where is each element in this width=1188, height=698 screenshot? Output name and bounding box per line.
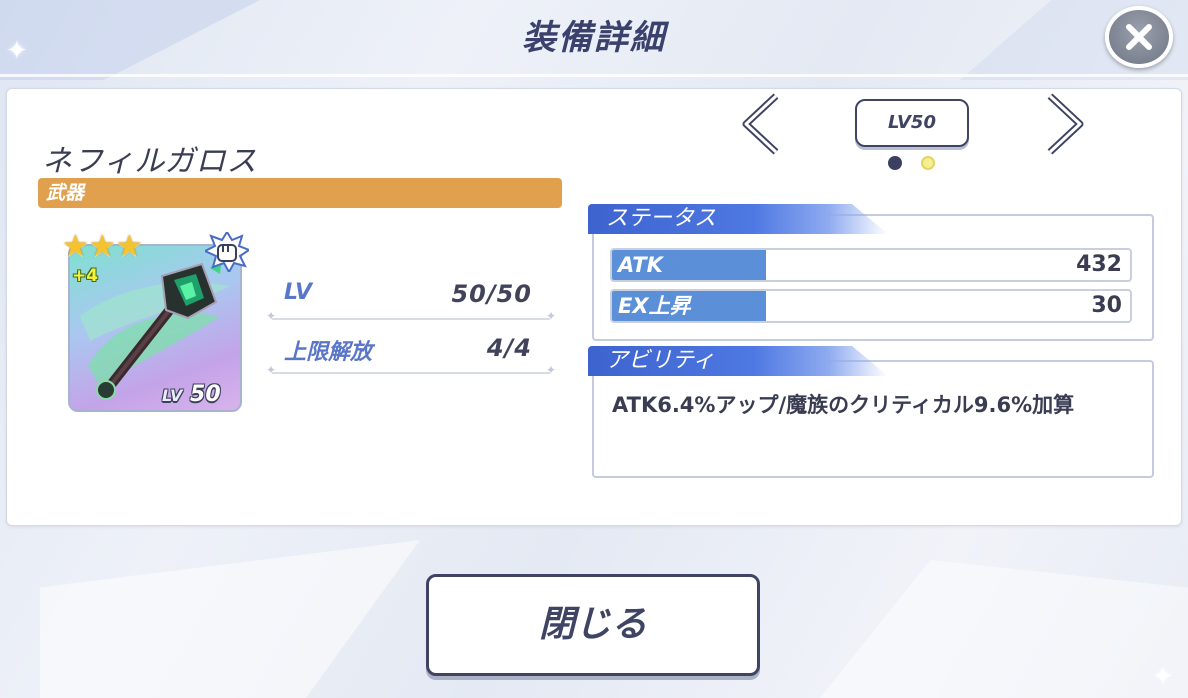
stat-value: 30 xyxy=(1091,293,1122,318)
card-level-prefix: LV xyxy=(162,386,183,405)
chevron-right-icon xyxy=(1047,93,1084,155)
status-header: ステータス xyxy=(588,204,888,234)
limit-break-value: 4/4 xyxy=(486,334,532,362)
stat-row-atk: ATK 432 xyxy=(610,248,1132,282)
row-divider xyxy=(266,363,556,377)
plus-badge: +4 xyxy=(72,266,99,286)
card-level: LV 50 xyxy=(162,382,221,407)
background-shard xyxy=(820,560,1188,698)
close-dialog-button[interactable]: 閉じる xyxy=(426,574,760,676)
close-icon xyxy=(1126,24,1152,50)
ability-header: アビリティ xyxy=(588,346,888,376)
previous-level-button[interactable] xyxy=(738,92,788,156)
close-button[interactable] xyxy=(1105,6,1173,68)
next-level-button[interactable] xyxy=(1038,92,1088,156)
item-name: ネフィルガロス xyxy=(42,144,258,179)
category-bar: 武器 xyxy=(38,178,562,208)
page-indicator-dot-active[interactable] xyxy=(888,156,902,170)
page-title: 装備詳細 xyxy=(522,18,666,58)
page-indicator-dot[interactable] xyxy=(921,156,935,170)
stat-row-ex: EX上昇 30 xyxy=(610,289,1132,323)
limit-break-row: 上限解放 4/4 xyxy=(266,334,556,377)
row-divider xyxy=(266,309,556,323)
background-shard xyxy=(40,540,420,698)
star-icon: ★ xyxy=(62,229,89,264)
card-level-value: 50 xyxy=(190,382,221,407)
star-icon: ★ xyxy=(115,229,143,264)
star-icon: ★ xyxy=(88,229,116,264)
limit-break-label: 上限解放 xyxy=(284,340,373,365)
level-label: LV xyxy=(284,280,313,305)
level-select-pill[interactable]: LV50 xyxy=(855,99,969,147)
rarity-stars: ★ ★ ★ xyxy=(62,232,143,262)
ability-description: ATK6.4%アップ/魔族のクリティカル9.6%加算 xyxy=(612,393,1075,417)
header-divider xyxy=(0,74,1188,77)
sparkle-icon: ✦ xyxy=(1152,662,1174,692)
stat-label: EX上昇 xyxy=(612,291,766,321)
level-value: 50/50 xyxy=(451,280,532,308)
stat-value: 432 xyxy=(1076,252,1122,277)
stat-label: ATK xyxy=(612,250,766,280)
chevron-left-icon xyxy=(742,93,779,155)
level-row: LV 50/50 xyxy=(266,280,556,323)
fist-icon xyxy=(205,232,249,272)
header: 装備詳細 xyxy=(0,0,1188,74)
